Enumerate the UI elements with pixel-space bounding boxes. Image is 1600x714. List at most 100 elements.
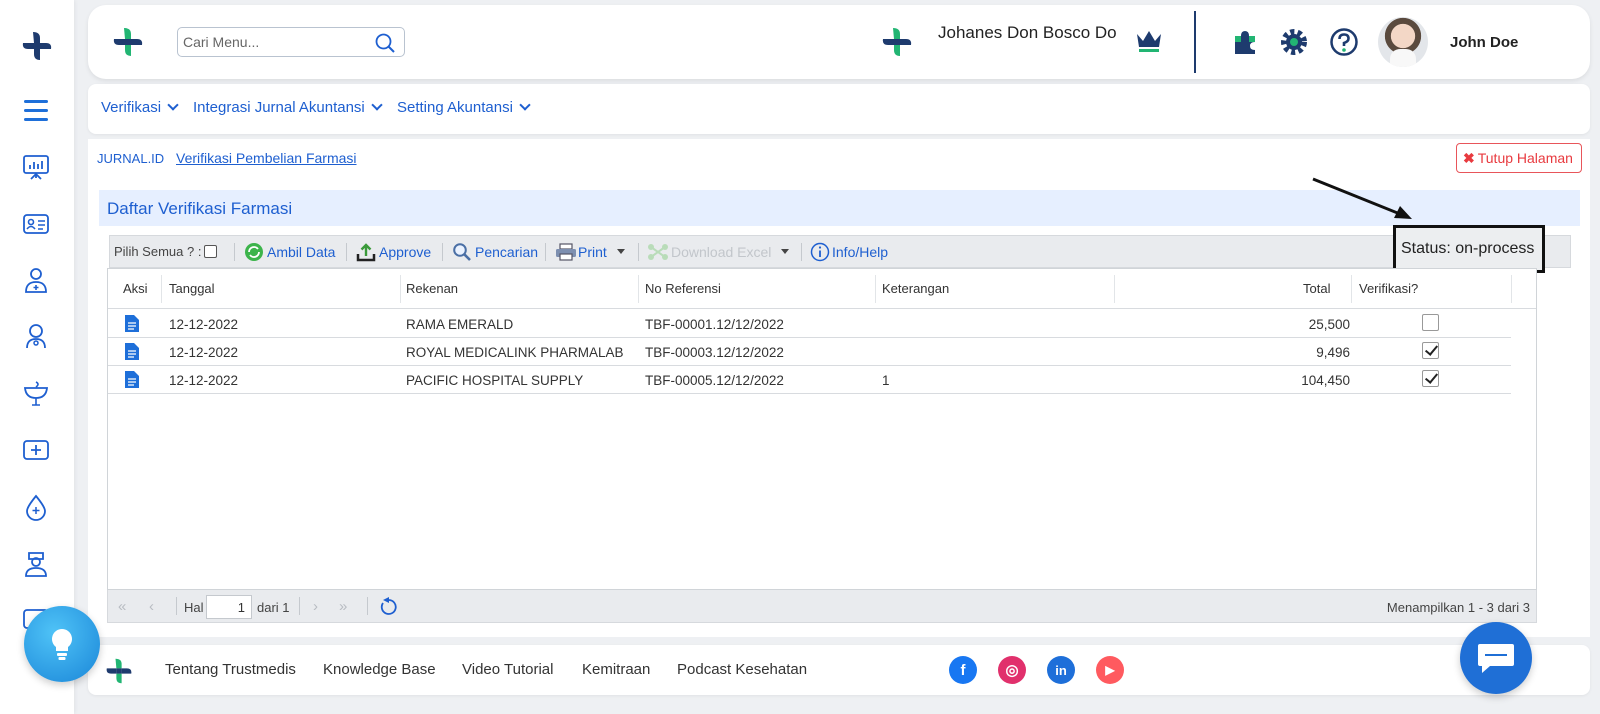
table-row[interactable]: 12-12-2022 RAMA EMERALD TBF-00001.12/12/… <box>108 310 1511 338</box>
download-dropdown-caret-icon[interactable] <box>781 249 790 254</box>
blood-drop-icon[interactable] <box>21 492 51 522</box>
close-page-button[interactable]: ✖ Tutup Halaman <box>1456 143 1582 173</box>
col-tanggal[interactable]: Tanggal <box>169 281 215 296</box>
toolbar-separator <box>638 243 639 261</box>
search-icon[interactable] <box>374 32 396 54</box>
select-all-control[interactable]: Pilih Semua ? : <box>114 236 218 267</box>
table-row[interactable]: 12-12-2022 PACIFIC HOSPITAL SUPPLY TBF-0… <box>108 366 1511 394</box>
fetch-data-button[interactable]: Ambil Data <box>244 236 335 267</box>
col-no-referensi[interactable]: No Referensi <box>645 281 721 296</box>
document-detail-icon[interactable] <box>125 315 139 332</box>
toolbar-separator <box>234 243 235 261</box>
grid-header-row: Aksi Tanggal Rekenan No Referensi Ketera… <box>108 269 1536 309</box>
hamburger-menu-icon[interactable] <box>24 100 48 127</box>
toolbar-separator <box>442 243 443 261</box>
footer-link-knowledge-base[interactable]: Knowledge Base <box>323 661 436 678</box>
toolbar-separator <box>545 243 546 261</box>
doctor-icon[interactable] <box>21 265 51 295</box>
instagram-icon[interactable]: ◎ <box>998 656 1026 684</box>
reload-icon[interactable] <box>379 597 399 617</box>
baby-icon[interactable] <box>21 321 51 351</box>
linkedin-icon[interactable]: in <box>1047 656 1075 684</box>
cell-keterangan: 1 <box>882 373 890 388</box>
module-menubar: Verifikasi Integrasi Jurnal Akuntansi Se… <box>88 84 1590 134</box>
dashboard-presentation-icon[interactable] <box>21 152 51 182</box>
page-number-input[interactable] <box>206 595 252 619</box>
footer-logo-icon[interactable] <box>105 657 133 685</box>
breadcrumb-root[interactable]: JURNAL.ID <box>97 151 164 166</box>
help-question-icon[interactable] <box>1329 27 1359 57</box>
footer-link-tentang[interactable]: Tentang Trustmedis <box>165 661 296 678</box>
brand-logo-icon[interactable] <box>112 26 144 58</box>
grid-pager: « ‹ Hal dari 1 › » Menampilkan 1 - 3 dar… <box>107 590 1537 623</box>
footer-link-kemitraan[interactable]: Kemitraan <box>582 661 650 678</box>
document-detail-icon[interactable] <box>125 343 139 360</box>
prev-page-icon[interactable]: ‹ <box>149 598 154 615</box>
col-aksi[interactable]: Aksi <box>123 281 148 296</box>
cell-rekenan: ROYAL MEDICALINK PHARMALAB <box>406 345 624 360</box>
close-icon: ✖ <box>1463 149 1475 166</box>
magnifier-icon <box>453 242 471 261</box>
verification-grid: Aksi Tanggal Rekenan No Referensi Ketera… <box>107 268 1537 590</box>
print-dropdown-caret-icon[interactable] <box>616 249 625 254</box>
col-keterangan[interactable]: Keterangan <box>882 281 949 296</box>
live-chat-button[interactable] <box>1460 622 1532 694</box>
next-page-icon[interactable]: › <box>313 598 318 615</box>
user-name[interactable]: John Doe <box>1450 34 1518 51</box>
col-total[interactable]: Total <box>1303 281 1330 296</box>
menu-verifikasi[interactable]: Verifikasi <box>101 99 179 116</box>
first-page-icon[interactable]: « <box>118 598 126 615</box>
crown-icon[interactable] <box>1135 28 1163 54</box>
breadcrumb-current[interactable]: Verifikasi Pembelian Farmasi <box>176 150 357 166</box>
column-separator <box>161 275 162 303</box>
download-excel-button[interactable]: Download Excel <box>647 236 790 267</box>
menu-search-input[interactable] <box>183 28 363 56</box>
print-button[interactable]: Print <box>555 236 625 267</box>
grid-toolbar: Pilih Semua ? : Ambil Data Approve Penca… <box>109 235 1571 268</box>
menu-setting-label: Setting Akuntansi <box>397 99 513 116</box>
select-all-checkbox[interactable] <box>204 245 218 258</box>
pharmacy-icon[interactable] <box>21 378 51 408</box>
youtube-icon[interactable]: ▶ <box>1096 656 1124 684</box>
app-logo-icon[interactable] <box>21 30 53 62</box>
verify-checkbox[interactable] <box>1422 370 1439 387</box>
column-separator <box>1511 275 1512 303</box>
col-rekenan[interactable]: Rekenan <box>406 281 458 296</box>
patient-card-icon[interactable] <box>21 209 51 239</box>
column-separator <box>1114 275 1115 303</box>
chat-bubble-icon <box>1478 644 1514 673</box>
approve-label: Approve <box>379 243 432 260</box>
menu-integrasi-jurnal[interactable]: Integrasi Jurnal Akuntansi <box>193 99 383 116</box>
page-total-label: dari 1 <box>257 600 290 615</box>
cell-rekenan: PACIFIC HOSPITAL SUPPLY <box>406 373 584 388</box>
menu-search-box[interactable] <box>177 27 405 57</box>
fetch-data-label: Ambil Data <box>267 243 336 260</box>
tips-bulb-button[interactable] <box>24 606 100 682</box>
approve-button[interactable]: Approve <box>356 236 431 267</box>
menu-setting-akuntansi[interactable]: Setting Akuntansi <box>397 99 531 116</box>
document-detail-icon[interactable] <box>125 371 139 388</box>
medical-monitor-icon[interactable] <box>21 435 51 465</box>
column-separator <box>638 275 639 303</box>
verify-checkbox[interactable] <box>1422 314 1439 331</box>
facebook-icon[interactable]: f <box>949 656 977 684</box>
upload-tray-icon <box>356 242 376 261</box>
organization-name: Johanes Don Bosco Do <box>938 23 1117 42</box>
top-header: Johanes Don Bosco Do John Doe <box>88 5 1590 79</box>
info-help-button[interactable]: Info/Help <box>810 236 888 267</box>
table-row[interactable]: 12-12-2022 ROYAL MEDICALINK PHARMALAB TB… <box>108 338 1511 366</box>
excel-download-icon <box>648 243 668 260</box>
chevron-down-icon <box>371 99 383 111</box>
footer-link-video-tutorial[interactable]: Video Tutorial <box>462 661 553 678</box>
verify-checkbox[interactable] <box>1422 342 1439 359</box>
menu-verifikasi-label: Verifikasi <box>101 99 162 116</box>
last-page-icon[interactable]: » <box>339 598 347 615</box>
user-avatar[interactable] <box>1378 17 1428 67</box>
puzzle-icon[interactable] <box>1231 28 1259 56</box>
nurse-icon[interactable] <box>21 548 51 578</box>
footer-link-podcast[interactable]: Podcast Kesehatan <box>677 661 807 678</box>
gear-icon[interactable] <box>1279 27 1309 57</box>
search-button[interactable]: Pencarian <box>452 236 538 267</box>
col-verifikasi[interactable]: Verifikasi? <box>1359 281 1418 296</box>
info-icon <box>810 242 830 261</box>
